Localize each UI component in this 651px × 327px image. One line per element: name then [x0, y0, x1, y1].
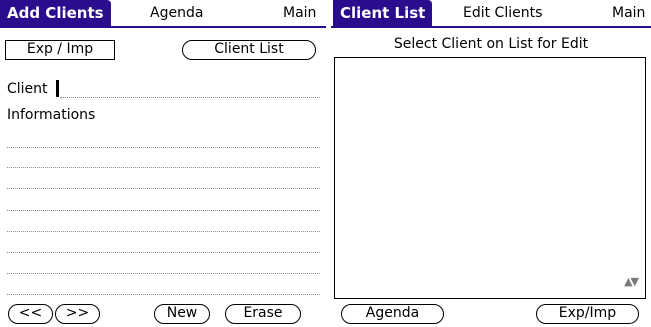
- screen-title: Client List: [333, 0, 433, 26]
- agenda-button[interactable]: Agenda: [341, 304, 444, 324]
- client-list-screen: Client List Edit Clients Main Select Cli…: [331, 0, 651, 327]
- exp-imp-button[interactable]: Exp/Imp: [536, 304, 639, 324]
- informations-label: Informations: [7, 107, 96, 123]
- info-line[interactable]: [7, 231, 320, 232]
- title-underline: [0, 26, 326, 28]
- client-label: Client: [7, 81, 48, 97]
- client-list[interactable]: ▲▼: [334, 57, 646, 299]
- info-line[interactable]: [7, 252, 320, 253]
- info-line[interactable]: [7, 188, 320, 189]
- previous-button[interactable]: <<: [8, 304, 53, 324]
- exp-imp-button[interactable]: Exp / Imp: [5, 40, 115, 60]
- screen-title: Add Clients: [0, 0, 111, 26]
- client-input-line[interactable]: [60, 97, 320, 98]
- title-bar: Add Clients Agenda Main: [0, 0, 326, 28]
- list-instruction: Select Client on List for Edit: [393, 36, 589, 52]
- scroll-arrows-icon[interactable]: ▲▼: [624, 275, 639, 288]
- info-line[interactable]: [7, 147, 320, 148]
- menu-agenda[interactable]: Agenda: [150, 0, 203, 26]
- menu-main[interactable]: Main: [283, 0, 316, 26]
- text-cursor: [56, 80, 59, 97]
- next-button[interactable]: >>: [55, 304, 100, 324]
- menu-edit-clients[interactable]: Edit Clients: [463, 0, 542, 26]
- client-list-button[interactable]: Client List: [182, 40, 316, 60]
- info-line[interactable]: [7, 273, 320, 274]
- new-button[interactable]: New: [154, 304, 210, 324]
- title-underline: [331, 26, 651, 28]
- info-line[interactable]: [7, 294, 320, 295]
- title-bar: Client List Edit Clients Main: [331, 0, 651, 28]
- menu-main[interactable]: Main: [612, 0, 645, 26]
- add-clients-screen: Add Clients Agenda Main Exp / Imp Client…: [0, 0, 326, 327]
- info-line[interactable]: [7, 210, 320, 211]
- info-line[interactable]: [7, 167, 320, 168]
- erase-button[interactable]: Erase: [225, 304, 301, 324]
